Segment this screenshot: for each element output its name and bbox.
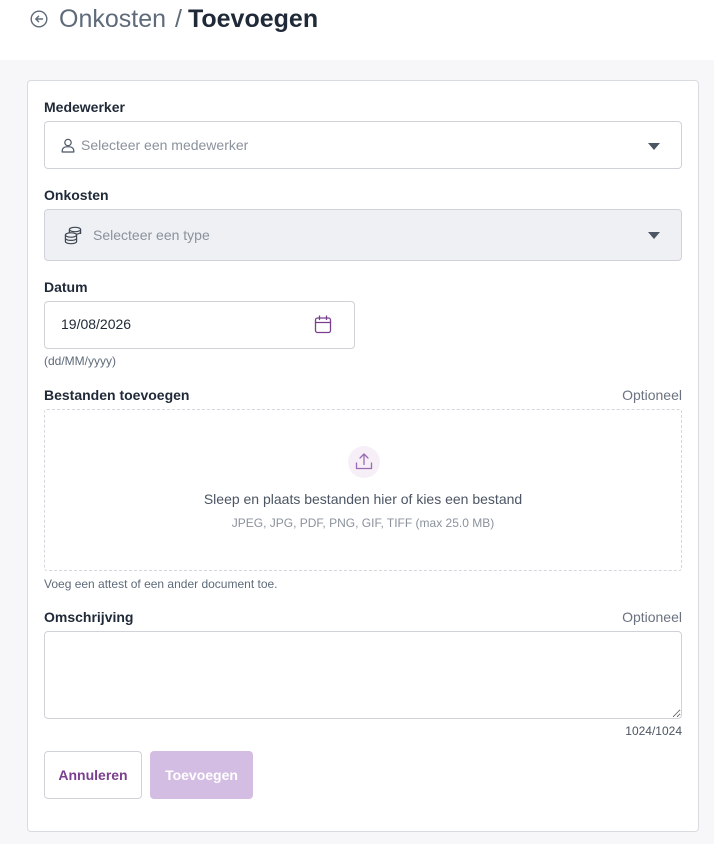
expense-type-label: Onkosten (44, 187, 109, 203)
chevron-down-icon (648, 143, 660, 150)
employee-select[interactable]: Selecteer een medewerker (44, 121, 682, 169)
coins-icon (63, 225, 83, 250)
date-label: Datum (44, 279, 88, 295)
submit-button[interactable]: Toevoegen (150, 751, 253, 799)
character-counter: 1024/1024 (625, 724, 682, 738)
date-input[interactable] (61, 316, 291, 332)
description-optional-tag: Optioneel (622, 609, 682, 625)
description-label: Omschrijving (44, 609, 134, 625)
employee-label: Medewerker (44, 99, 125, 115)
page-header: Onkosten / Toevoegen (0, 0, 714, 60)
page-title: Toevoegen (187, 5, 319, 33)
chevron-down-icon (648, 232, 660, 239)
expense-type-select[interactable]: Selecteer een type (44, 209, 682, 261)
expense-form-card: Medewerker Selecteer een medewerker Onko… (27, 80, 699, 832)
employee-placeholder: Selecteer een medewerker (81, 137, 249, 153)
breadcrumb-parent[interactable]: Onkosten (59, 5, 166, 33)
back-arrow-icon[interactable] (30, 10, 48, 28)
expense-type-placeholder: Selecteer een type (93, 227, 210, 243)
files-label: Bestanden toevoegen (44, 387, 190, 403)
file-dropzone[interactable]: Sleep en plaats bestanden hier of kies e… (44, 409, 682, 571)
date-format-hint: (dd/MM/yyyy) (44, 354, 116, 368)
breadcrumb: Onkosten / Toevoegen (59, 3, 318, 35)
breadcrumb-separator: / (175, 5, 182, 33)
calendar-icon[interactable] (314, 315, 332, 339)
files-optional-tag: Optioneel (622, 387, 682, 403)
description-textarea[interactable] (44, 631, 682, 719)
upload-icon (348, 446, 380, 478)
date-field[interactable] (44, 301, 355, 349)
cancel-button[interactable]: Annuleren (44, 751, 142, 799)
dropzone-instruction: Sleep en plaats bestanden hier of kies e… (203, 491, 523, 507)
files-helper-text: Voeg een attest of een ander document to… (44, 577, 278, 591)
dropzone-allowed-types: JPEG, JPG, PDF, PNG, GIF, TIFF (max 25.0… (231, 516, 495, 530)
user-icon (61, 138, 75, 158)
